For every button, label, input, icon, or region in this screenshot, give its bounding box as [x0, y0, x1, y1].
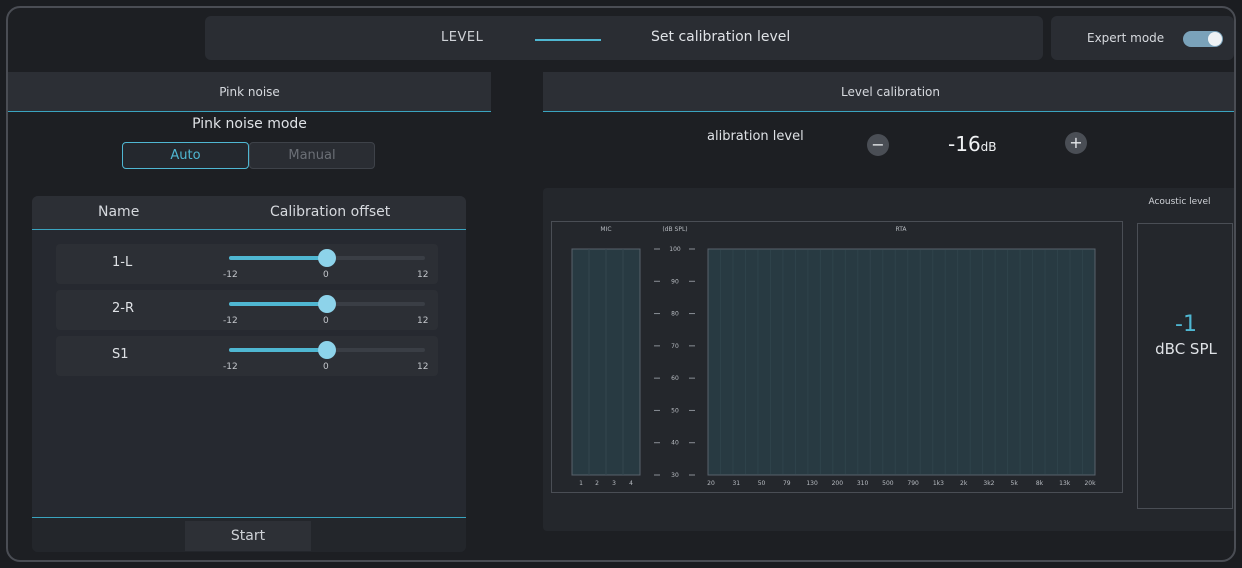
- step-label: LEVEL: [441, 30, 484, 45]
- level-meter-display: MIC 1 2 3 4 (dB SPL) 100 90 80 70 60 50 40 30 R…: [551, 221, 1123, 493]
- minus-icon: −: [871, 135, 885, 154]
- slider-min-label: -12: [223, 270, 238, 280]
- rta-frequency-label: 50: [758, 480, 766, 487]
- slider-min-label: -12: [223, 362, 238, 372]
- table-row: S1 -12 0 12: [56, 336, 438, 376]
- slider-mid-label: 0: [323, 316, 329, 326]
- mode-manual-button[interactable]: Manual: [249, 142, 375, 169]
- plus-icon: +: [1069, 133, 1083, 152]
- expert-mode-toggle[interactable]: [1183, 31, 1223, 47]
- slider-min-label: -12: [223, 316, 238, 326]
- rta-frequency-label: 130: [806, 480, 818, 487]
- scale-tick-label: 90: [671, 278, 679, 285]
- step-header: LEVEL Set calibration level: [205, 16, 1043, 60]
- channel-name: 1-L: [112, 255, 133, 270]
- scale-tick-label: 40: [671, 440, 679, 447]
- rta-frequency-label: 500: [882, 480, 894, 487]
- channel-name: S1: [112, 347, 129, 362]
- scale-unit-label: (dB SPL): [662, 226, 687, 233]
- table-row: 2-R -12 0 12: [56, 290, 438, 330]
- expert-mode-area: Expert mode: [1051, 16, 1234, 60]
- pink-noise-mode-title: Pink noise mode: [192, 116, 307, 132]
- acoustic-level-display: -1 dBC SPL: [1137, 223, 1233, 509]
- scale-tick-label: 30: [671, 472, 679, 479]
- channel-name: 2-R: [112, 301, 134, 316]
- mic-label: MIC: [600, 226, 611, 233]
- app-window: LEVEL Set calibration level Expert mode …: [6, 6, 1236, 562]
- scale-tick-label: 70: [671, 343, 679, 350]
- rta-meter: [707, 248, 1096, 476]
- column-calibration-offset: Calibration offset: [270, 204, 391, 220]
- meter-graphic: MIC 1 2 3 4 (dB SPL) 100 90 80 70 60 50 40 30 R…: [571, 226, 1096, 487]
- pink-noise-header: Pink noise: [8, 72, 491, 112]
- increase-level-button[interactable]: +: [1065, 132, 1087, 154]
- scale-tick-label: 50: [671, 407, 679, 414]
- rta-frequency-label: 200: [832, 480, 844, 487]
- acoustic-level-title: Acoustic level: [1148, 197, 1211, 207]
- calibration-offset-table: Name Calibration offset 1-L -12 0 12 2-R…: [32, 196, 466, 552]
- column-name: Name: [98, 204, 140, 220]
- calibration-value-number: -16: [948, 132, 981, 156]
- rta-frequency-label: 5k: [1011, 480, 1019, 487]
- rta-frequency-label: 13k: [1059, 480, 1071, 487]
- slider-thumb[interactable]: [318, 249, 336, 267]
- scale-ticks: 100 90 80 70 60 50 40 30: [654, 246, 695, 479]
- scale-tick-label: 80: [671, 311, 679, 318]
- slider-max-label: 12: [417, 270, 429, 280]
- slider-thumb[interactable]: [318, 295, 336, 313]
- rta-frequency-label: 3k2: [983, 480, 994, 487]
- mic-channel-label: 4: [629, 480, 633, 487]
- expert-mode-label: Expert mode: [1087, 31, 1165, 45]
- offset-slider[interactable]: -12 0 12: [223, 294, 429, 330]
- step-title: Set calibration level: [651, 29, 791, 45]
- rta-frequency-label: 31: [732, 480, 740, 487]
- table-header: Name Calibration offset: [32, 196, 466, 230]
- mic-channel-label: 3: [612, 480, 616, 487]
- slider-fill: [229, 256, 327, 260]
- rta-frequency-labels: 20 31 50 79 130 200 310 500 790 1k3 2k 3k2 5k 8k 13k 20…: [707, 480, 1096, 487]
- slider-mid-label: 0: [323, 270, 329, 280]
- slider-fill: [229, 302, 327, 306]
- rta-frequency-label: 310: [857, 480, 869, 487]
- toggle-knob: [1208, 32, 1222, 46]
- mic-channel-label: 2: [595, 480, 599, 487]
- scale-tick-label: 100: [669, 246, 681, 253]
- rta-frequency-label: 2k: [960, 480, 968, 487]
- mic-channel-label: 1: [579, 480, 583, 487]
- rta-frequency-label: 79: [783, 480, 791, 487]
- calibration-level-value: -16dB: [948, 132, 997, 156]
- table-footer: Start: [32, 517, 466, 552]
- rta-frequency-label: 1k3: [933, 480, 944, 487]
- calibration-level-label: alibration level: [707, 129, 804, 144]
- calibration-value-unit: dB: [980, 140, 997, 154]
- slider-mid-label: 0: [323, 362, 329, 372]
- acoustic-level-value: -1: [1175, 312, 1197, 337]
- offset-slider[interactable]: -12 0 12: [223, 340, 429, 376]
- table-row: 1-L -12 0 12: [56, 244, 438, 284]
- offset-slider[interactable]: -12 0 12: [223, 248, 429, 284]
- level-calibration-header: Level calibration: [543, 72, 1234, 112]
- pink-noise-mode-selector: Auto Manual: [122, 142, 375, 169]
- slider-max-label: 12: [417, 362, 429, 372]
- start-button[interactable]: Start: [185, 521, 311, 551]
- rta-frequency-label: 8k: [1036, 480, 1044, 487]
- step-progress-line: [535, 39, 601, 41]
- rta-frequency-label: 20: [707, 480, 715, 487]
- acoustic-level-unit: dBC SPL: [1155, 340, 1217, 358]
- slider-thumb[interactable]: [318, 341, 336, 359]
- slider-max-label: 12: [417, 316, 429, 326]
- scale-tick-label: 60: [671, 375, 679, 382]
- slider-fill: [229, 348, 327, 352]
- mode-auto-button[interactable]: Auto: [122, 142, 249, 169]
- rta-label: RTA: [895, 226, 907, 233]
- rta-frequency-label: 20k: [1084, 480, 1096, 487]
- rta-frequency-label: 790: [907, 480, 919, 487]
- decrease-level-button[interactable]: −: [867, 134, 889, 156]
